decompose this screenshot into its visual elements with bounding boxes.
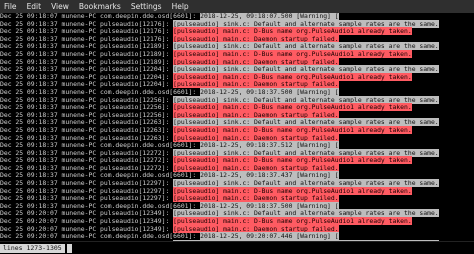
log-message: 2018-12-25, 09:18:37.500 [Warning] [ (200, 88, 339, 96)
menu-file[interactable]: File (4, 2, 17, 11)
log-message: [pulseaudio] sink.c: Default and alterna… (173, 179, 438, 187)
menu-bookmarks[interactable]: Bookmarks (79, 2, 121, 11)
menu-view[interactable]: View (51, 2, 69, 11)
menu-bar: File Edit View Bookmarks Settings Help (0, 0, 474, 13)
log-message: 2018-12-25, 09:18:37.512 [Warning] [ (200, 141, 339, 149)
menu-help[interactable]: Help (172, 2, 189, 11)
menu-edit[interactable]: Edit (27, 2, 42, 11)
log-message: 2018-12-25, 09:18:07.500 [Warning] [ (200, 13, 339, 20)
log-error-message: [pulseaudio] main.c: D-Bus name org.Puls… (173, 103, 412, 111)
log-error-message: [pulseaudio] main.c: D-Bus name org.Puls… (173, 126, 412, 134)
log-error-message: [pulseaudio] main.c: D-Bus name org.Puls… (173, 217, 412, 225)
log-error-message: [pulseaudio] main.c: D-Bus name org.Puls… (173, 27, 412, 35)
pager-status: lines 1273-1305 (0, 244, 65, 253)
log-message: [pulseaudio] sink.c: Default and alterna… (173, 65, 438, 73)
pager-status-bar: lines 1273-1305 (0, 241, 474, 254)
menu-settings[interactable]: Settings (131, 2, 162, 11)
terminal-log[interactable]: Dec 25 09:18:07 munene-PC com.deepin.dde… (0, 13, 474, 241)
terminal-cursor (67, 244, 72, 253)
log-error-message: [pulseaudio] main.c: D-Bus name org.Puls… (173, 50, 412, 58)
